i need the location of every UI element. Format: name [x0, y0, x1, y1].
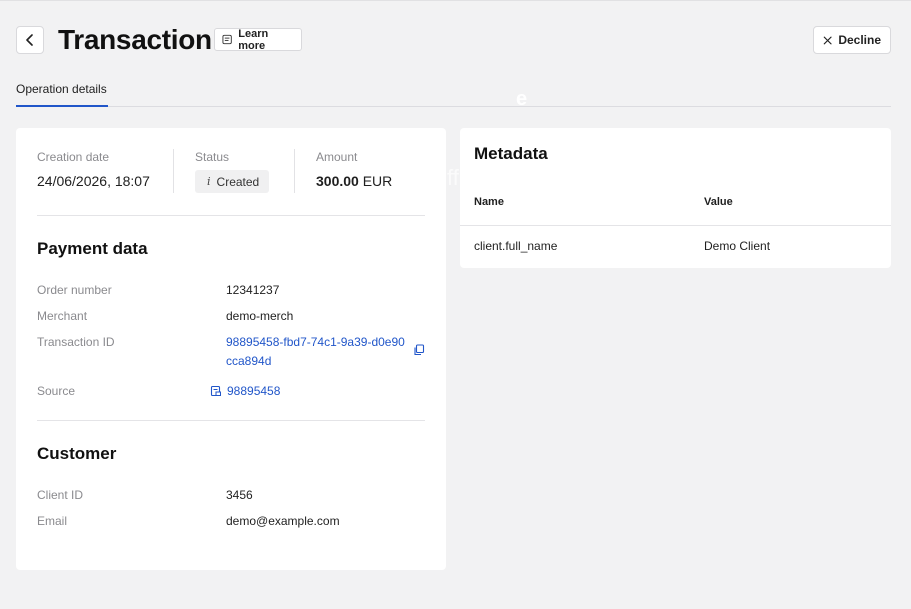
column-header-name: Name [474, 196, 504, 208]
tab-operation-details[interactable]: Operation details [16, 80, 108, 107]
email-label: Email [37, 514, 68, 528]
creation-date: Creation date 24/06/2026, 18:07 [37, 148, 177, 194]
transaction-id-label: Transaction ID [37, 335, 115, 349]
ghost-artifact: ff [447, 165, 459, 190]
divider [37, 215, 425, 216]
status-badge: i Created [195, 170, 270, 193]
client-id-value: 3456 [226, 488, 253, 502]
page-title: Transaction [58, 24, 212, 55]
page-header: Transaction Learn more Decline [16, 24, 891, 55]
divider [37, 420, 425, 421]
decline-label: Decline [838, 33, 881, 47]
metadata-value-cell: Demo Client [704, 239, 771, 253]
creation-date-value: 24/06/2026, 18:07 [37, 173, 150, 189]
divider [173, 149, 174, 193]
back-button[interactable] [16, 26, 44, 54]
metadata-table-header: Name Value [460, 190, 891, 226]
status: Status i Created [195, 148, 295, 194]
learn-more-button[interactable]: Learn more [214, 27, 302, 52]
metadata-name-cell: client.full_name [474, 239, 558, 253]
ghost-artifact: e [516, 88, 528, 110]
transaction-id-row: Transaction ID 98895458-fbd7-74c1-9a39-d… [37, 335, 425, 375]
merchant-label: Merchant [37, 309, 88, 323]
status-value: Created [216, 174, 260, 189]
chevron-left-icon [26, 34, 33, 46]
source-link[interactable]: 98895458 [210, 384, 280, 398]
amount-display: 300.00 EUR [316, 173, 426, 189]
source-label: Source [37, 384, 76, 398]
column-header-value: Value [704, 196, 733, 208]
top-divider [0, 0, 911, 1]
learn-more-label: Learn more [238, 27, 269, 52]
copy-icon[interactable] [413, 344, 425, 356]
payment-data-title: Payment data [37, 239, 148, 258]
order-number-label: Order number [37, 283, 112, 297]
transaction-id-link[interactable]: 98895458-fbd7-74c1-9a39-d0e90cca894d [226, 333, 406, 371]
table-row: client.full_name Demo Client [460, 227, 891, 267]
merchant-value: demo-merch [226, 309, 294, 323]
operation-details-card: Creation date 24/06/2026, 18:07 Status i… [16, 128, 446, 570]
tab-bar: Operation details [16, 80, 891, 107]
customer-title: Customer [37, 444, 117, 463]
order-number-value: 12341237 [226, 283, 280, 297]
email-value: demo@example.com [226, 514, 340, 528]
amount-currency: EUR [362, 173, 393, 189]
info-icon: i [207, 175, 211, 188]
amount-label: Amount [316, 150, 358, 164]
document-icon [222, 34, 232, 45]
summary-row: Creation date 24/06/2026, 18:07 Status i… [37, 148, 425, 196]
status-label: Status [195, 150, 230, 164]
metadata-title: Metadata [474, 144, 548, 163]
client-id-label: Client ID [37, 488, 84, 502]
receipt-icon [210, 385, 221, 397]
close-icon [823, 36, 832, 44]
amount: Amount 300.00 EUR [316, 148, 426, 194]
creation-date-label: Creation date [37, 150, 110, 164]
decline-button[interactable]: Decline [813, 26, 891, 54]
amount-value: 300.00 [316, 173, 359, 189]
metadata-card: Metadata Name Value client.full_name Dem… [460, 128, 891, 268]
divider [294, 149, 295, 193]
source-value: 98895458 [227, 384, 281, 398]
